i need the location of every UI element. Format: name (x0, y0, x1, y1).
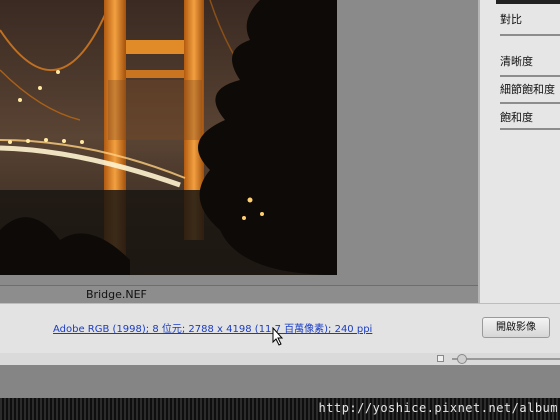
adjustments-panel: 對比 清晰度 細節飽和度 飽和度 (478, 0, 560, 303)
saturation-slider[interactable] (500, 128, 560, 130)
workflow-options-link[interactable]: Adobe RGB (1998); 8 位元; 2788 x 4198 (11.… (53, 320, 372, 335)
saturation-label: 飽和度 (500, 111, 533, 124)
open-image-button[interactable]: 開啟影像 (482, 317, 550, 338)
bridge-photo (0, 0, 337, 275)
clarity-slider[interactable] (500, 75, 560, 77)
image-preview[interactable] (0, 0, 337, 275)
window-bottom-area (0, 365, 560, 398)
zoom-out-icon[interactable] (437, 355, 444, 362)
filename-bar (0, 285, 480, 304)
vibrance-label: 細節飽和度 (500, 83, 555, 96)
watermark-text: http://yoshice.pixnet.net/album (318, 401, 558, 415)
clarity-label: 清晰度 (500, 55, 533, 68)
image-filename: Bridge.NEF (86, 288, 147, 301)
contrast-slider[interactable] (500, 34, 560, 36)
mouse-pointer-icon (272, 327, 284, 346)
panel-top-divider (496, 0, 560, 4)
vibrance-slider[interactable] (500, 102, 560, 104)
zoom-slider-thumb[interactable] (456, 354, 467, 364)
contrast-label: 對比 (500, 13, 522, 26)
zoom-slider[interactable] (452, 358, 560, 360)
